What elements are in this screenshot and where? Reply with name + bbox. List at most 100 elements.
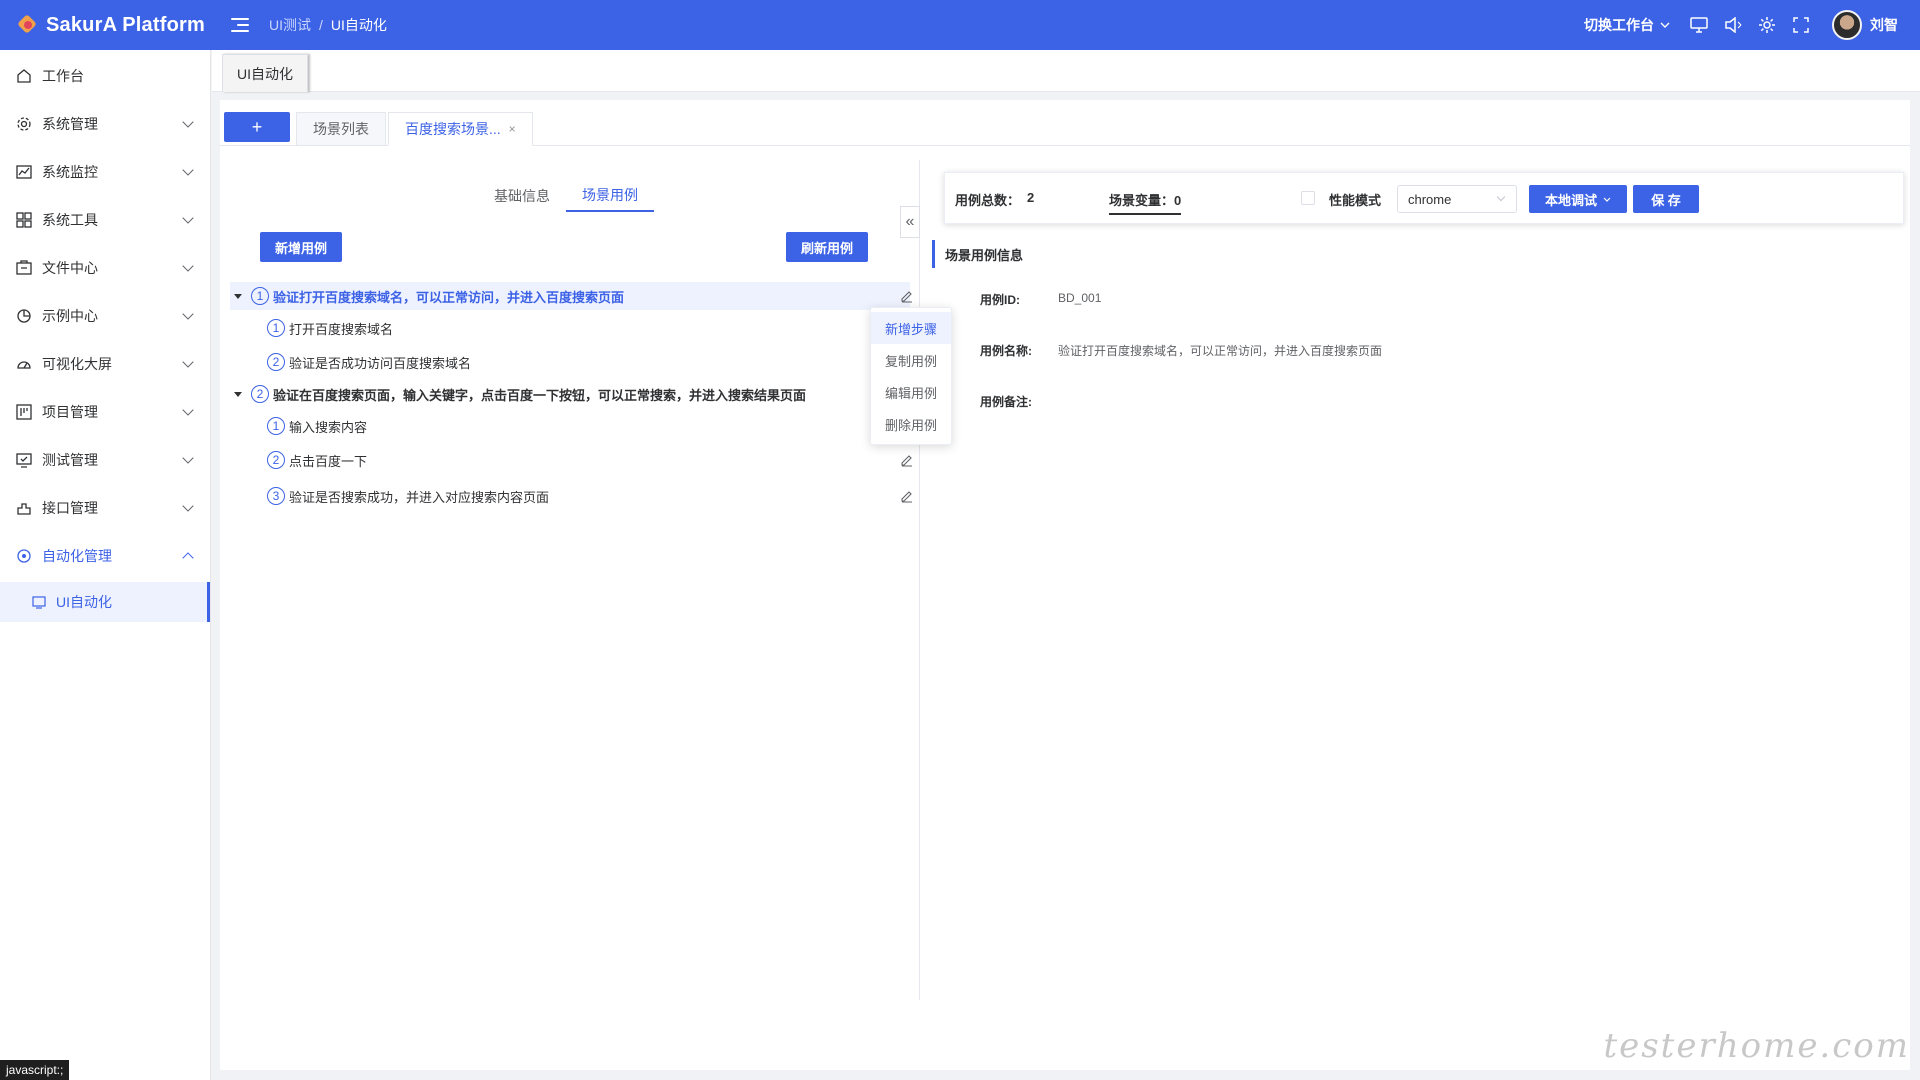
browser-select[interactable]: chrome — [1397, 185, 1517, 213]
chevron-down-icon — [182, 356, 194, 368]
case-note-label: 用例备注: — [980, 395, 1032, 409]
sidebar-item-system-monitor[interactable]: 系统监控 — [0, 148, 210, 196]
sidebar-item-label: 文件中心 — [42, 260, 98, 276]
caret-down-icon[interactable] — [234, 293, 242, 299]
tag-ui-automation[interactable]: UI自动化 — [222, 54, 308, 92]
menu-item-add-step[interactable]: 新增步骤 — [871, 312, 951, 344]
case-id-row: 用例ID: BD_001 — [980, 291, 1101, 308]
tab-scene-list[interactable]: 场景列表 — [296, 112, 386, 146]
case-number: 2 — [251, 385, 269, 403]
step-number: 2 — [267, 451, 285, 469]
grid-icon — [16, 212, 32, 228]
header-actions: 切换工作台 刘智 — [1584, 0, 1920, 50]
scene-toolbar: 用例总数： 2 场景变量：0 性能模式 chrome 本地调试 保 存 — [944, 172, 1904, 224]
monitor-chart-icon — [16, 164, 32, 180]
step-number: 2 — [267, 353, 285, 371]
chevron-down-icon — [1496, 192, 1506, 202]
menu-item-edit-case[interactable]: 编辑用例 — [871, 376, 951, 408]
sidebar-item-example-center[interactable]: 示例中心 — [0, 292, 210, 340]
sidebar-item-api-admin[interactable]: 接口管理 — [0, 484, 210, 532]
case-context-menu: 新增步骤 复制用例 编辑用例 删除用例 — [870, 307, 952, 445]
sidebar-item-workbench[interactable]: 工作台 — [0, 52, 210, 100]
tree-node-step[interactable]: 2 验证是否成功访问百度搜索域名 — [230, 348, 910, 376]
gear-icon[interactable] — [1758, 16, 1776, 34]
step-number: 1 — [267, 319, 285, 337]
tab-scene-cases[interactable]: 场景用例 — [566, 180, 654, 212]
sidebar-item-automation-admin[interactable]: 自动化管理 — [0, 532, 210, 580]
sidebar-subitem-label: UI自动化 — [56, 594, 112, 610]
tab-label: 百度搜索场景... — [405, 121, 501, 137]
collapse-pane-button[interactable]: « — [900, 206, 920, 238]
step-label: 验证是否搜索成功，并进入对应搜索内容页面 — [289, 489, 550, 505]
sidebar-item-label: 系统管理 — [42, 116, 98, 132]
tab-basic-info[interactable]: 基础信息 — [478, 180, 566, 212]
tree-node-case-2[interactable]: 2 验证在百度搜索页面，输入关键字，点击百度一下按钮，可以正常搜索，并进入搜索结… — [230, 380, 910, 408]
project-icon — [16, 404, 32, 420]
save-button[interactable]: 保 存 — [1633, 185, 1699, 213]
case-total-label: 用例总数： — [955, 193, 1021, 208]
menu-item-delete-case[interactable]: 删除用例 — [871, 408, 951, 440]
main-content: + 场景列表 百度搜索场景... × 基础信息 场景用例 新增用例 刷新用例 1… — [220, 100, 1910, 1070]
add-case-button[interactable]: 新增用例 — [260, 232, 343, 262]
chevron-down-icon — [182, 164, 194, 176]
logo[interactable]: SakurA Platform — [0, 14, 215, 37]
sidebar-item-system-admin[interactable]: 系统管理 — [0, 100, 210, 148]
caret-down-icon[interactable] — [234, 391, 242, 397]
menu-toggle-icon[interactable] — [231, 17, 251, 33]
tree-node-step[interactable]: 1 打开百度搜索域名 — [230, 314, 910, 342]
step-label: 打开百度搜索域名 — [289, 321, 394, 337]
sidebar-subitem-ui-automation[interactable]: UI自动化 — [0, 582, 210, 622]
tree-node-step[interactable]: 2 点击百度一下 — [230, 446, 912, 474]
sidebar-item-label: 可视化大屏 — [42, 356, 112, 372]
tree-node-case-1[interactable]: 1 验证打开百度搜索域名，可以正常访问，并进入百度搜索页面 — [230, 282, 912, 310]
sidebar-item-test-admin[interactable]: 测试管理 — [0, 436, 210, 484]
username[interactable]: 刘智 — [1870, 15, 1898, 35]
breadcrumb-ui-test[interactable]: UI测试 — [269, 15, 311, 35]
perf-mode-label: 性能模式 — [1329, 193, 1382, 208]
refresh-case-button[interactable]: 刷新用例 — [786, 232, 869, 262]
edit-icon[interactable] — [900, 489, 914, 503]
sidebar-item-file-center[interactable]: 文件中心 — [0, 244, 210, 292]
edit-icon[interactable] — [900, 289, 914, 303]
avatar[interactable] — [1832, 10, 1862, 40]
tab-baidu-scene[interactable]: 百度搜索场景... × — [388, 112, 533, 146]
workspace-switch-button[interactable]: 切换工作台 — [1584, 15, 1670, 35]
status-link-text: javascript:; — [0, 1060, 70, 1080]
case-label: 验证打开百度搜索域名，可以正常访问，并进入百度搜索页面 — [273, 289, 625, 305]
tree-node-step[interactable]: 3 验证是否搜索成功，并进入对应搜索内容页面 — [230, 482, 912, 510]
sidebar-item-dashboard[interactable]: 可视化大屏 — [0, 340, 210, 388]
menu-item-copy-case[interactable]: 复制用例 — [871, 344, 951, 376]
local-debug-button[interactable]: 本地调试 — [1529, 185, 1627, 213]
fullscreen-icon[interactable] — [1792, 16, 1810, 34]
home-icon — [16, 68, 32, 84]
case-tree: 1 验证打开百度搜索域名，可以正常访问，并进入百度搜索页面 1 打开百度搜索域名… — [230, 282, 912, 510]
sidebar-item-label: 项目管理 — [42, 404, 98, 420]
case-name-row: 用例名称: 验证打开百度搜索域名，可以正常访问，并进入百度搜索页面 — [980, 342, 1382, 359]
edit-icon[interactable] — [900, 453, 914, 467]
chevron-down-icon — [182, 452, 194, 464]
case-name-label: 用例名称: — [980, 344, 1032, 358]
perf-mode-checkbox[interactable] — [1301, 191, 1315, 205]
test-icon — [16, 452, 32, 468]
case-name-value: 验证打开百度搜索域名，可以正常访问，并进入百度搜索页面 — [1058, 344, 1383, 358]
add-tab-button[interactable]: + — [224, 112, 290, 142]
monitor-icon[interactable] — [1690, 16, 1708, 34]
sidebar-item-system-tools[interactable]: 系统工具 — [0, 196, 210, 244]
scene-variable-link[interactable]: 场景变量：0 — [1109, 190, 1182, 215]
scene-variable-value: 0 — [1174, 193, 1182, 208]
tree-node-step[interactable]: 1 输入搜索内容 — [230, 412, 910, 440]
scene-variable-label: 场景变量： — [1109, 193, 1175, 208]
sidebar-item-project-admin[interactable]: 项目管理 — [0, 388, 210, 436]
close-icon[interactable]: × — [509, 122, 516, 136]
chevron-down-icon — [182, 500, 194, 512]
sidebar-item-label: 自动化管理 — [42, 548, 112, 564]
breadcrumb: UI测试 / UI自动化 — [269, 15, 387, 35]
breadcrumb-ui-automation: UI自动化 — [330, 17, 387, 33]
step-number: 3 — [267, 487, 285, 505]
browser-select-value: chrome — [1408, 191, 1452, 207]
sidebar-item-label: 系统监控 — [42, 164, 98, 180]
top-header: SakurA Platform UI测试 / UI自动化 切换工作台 刘智 — [0, 0, 1920, 50]
speaker-icon[interactable] — [1724, 16, 1742, 34]
case-label: 验证在百度搜索页面，输入关键字，点击百度一下按钮，可以正常搜索，并进入搜索结果页… — [273, 387, 807, 403]
api-icon — [16, 500, 32, 516]
